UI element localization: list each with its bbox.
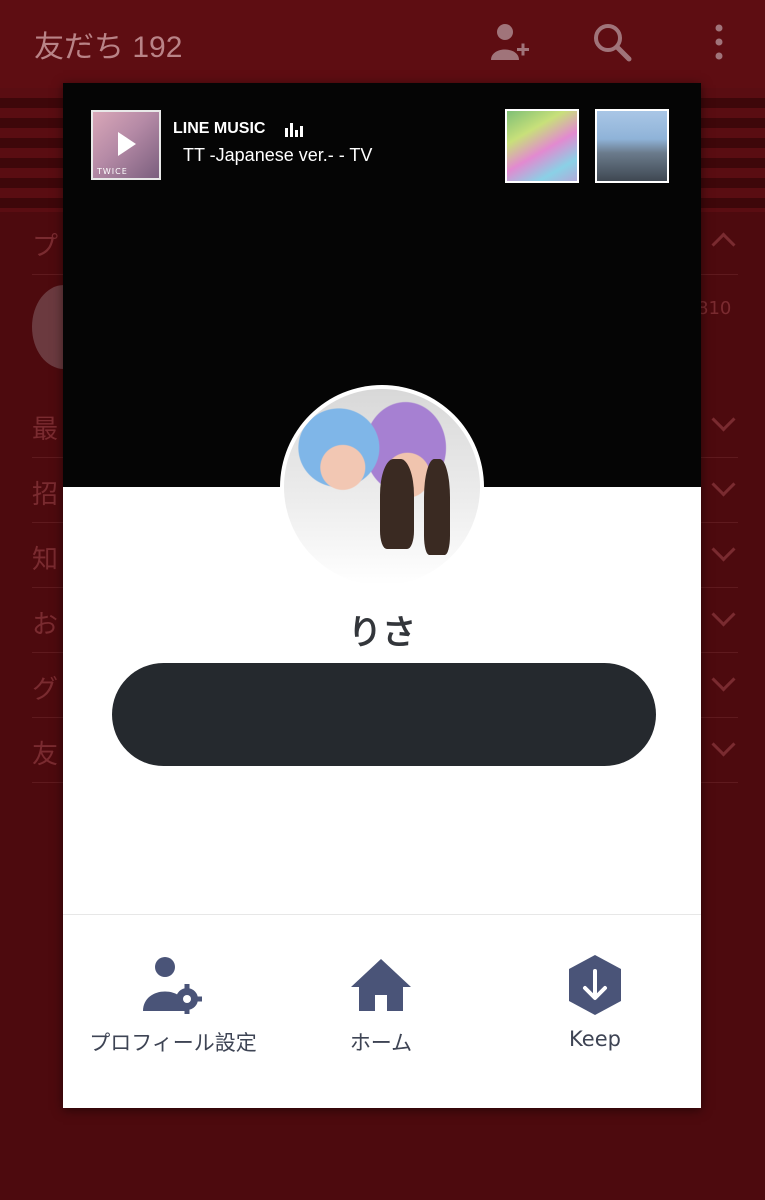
chevron-down-icon	[711, 602, 736, 627]
list-item-label: 友	[32, 740, 59, 770]
play-icon[interactable]	[118, 132, 136, 156]
chevron-down-icon	[711, 472, 736, 497]
keep-label: Keep	[569, 1027, 621, 1051]
chevron-down-icon	[711, 537, 736, 562]
chevron-up-icon	[711, 232, 736, 257]
friends-title: 友だち 192	[34, 31, 183, 64]
side-number: 810	[697, 298, 732, 319]
home-button[interactable]: ホーム	[301, 953, 461, 1057]
profile-name: りさ	[348, 613, 416, 653]
list-item-label: プ	[32, 232, 59, 262]
profile-card: TWICE LINE MUSIC TT -Japanese ver.- - TV…	[63, 83, 701, 1108]
album-text: TWICE	[97, 167, 128, 176]
status-message-redacted	[112, 663, 656, 766]
friends-header: 友だち 192	[0, 0, 765, 88]
profile-avatar[interactable]	[280, 385, 484, 589]
chevron-down-icon	[711, 407, 736, 432]
avatar-photo	[284, 389, 480, 585]
chevron-down-icon	[711, 667, 736, 692]
profile-settings-label: プロフィール設定	[89, 1031, 257, 1055]
list-item-label: グ	[32, 675, 59, 705]
list-item-label: 最	[32, 415, 59, 445]
list-item-label: 知	[32, 545, 59, 575]
line-music-label: LINE MUSIC	[173, 120, 266, 137]
equalizer-icon	[285, 123, 303, 137]
home-label: ホーム	[349, 1031, 413, 1055]
photo-thumbnail[interactable]	[595, 109, 669, 183]
add-friend-icon[interactable]	[487, 20, 531, 64]
keep-button[interactable]: Keep	[515, 953, 675, 1051]
music-song-title[interactable]: TT -Japanese ver.- - TV	[183, 145, 372, 166]
chevron-down-icon	[711, 732, 736, 757]
profile-settings-icon	[143, 957, 202, 1014]
list-item-label: 招	[32, 480, 59, 510]
profile-settings-button[interactable]: プロフィール設定	[63, 953, 283, 1057]
music-album-thumbnail[interactable]: TWICE	[91, 110, 161, 180]
divider	[63, 914, 701, 915]
list-item-label: お	[32, 610, 59, 640]
home-icon	[351, 959, 411, 1011]
photo-thumbnail[interactable]	[505, 109, 579, 183]
keep-icon	[569, 955, 621, 1015]
search-icon[interactable]	[590, 20, 634, 64]
more-vertical-icon[interactable]	[697, 20, 741, 64]
